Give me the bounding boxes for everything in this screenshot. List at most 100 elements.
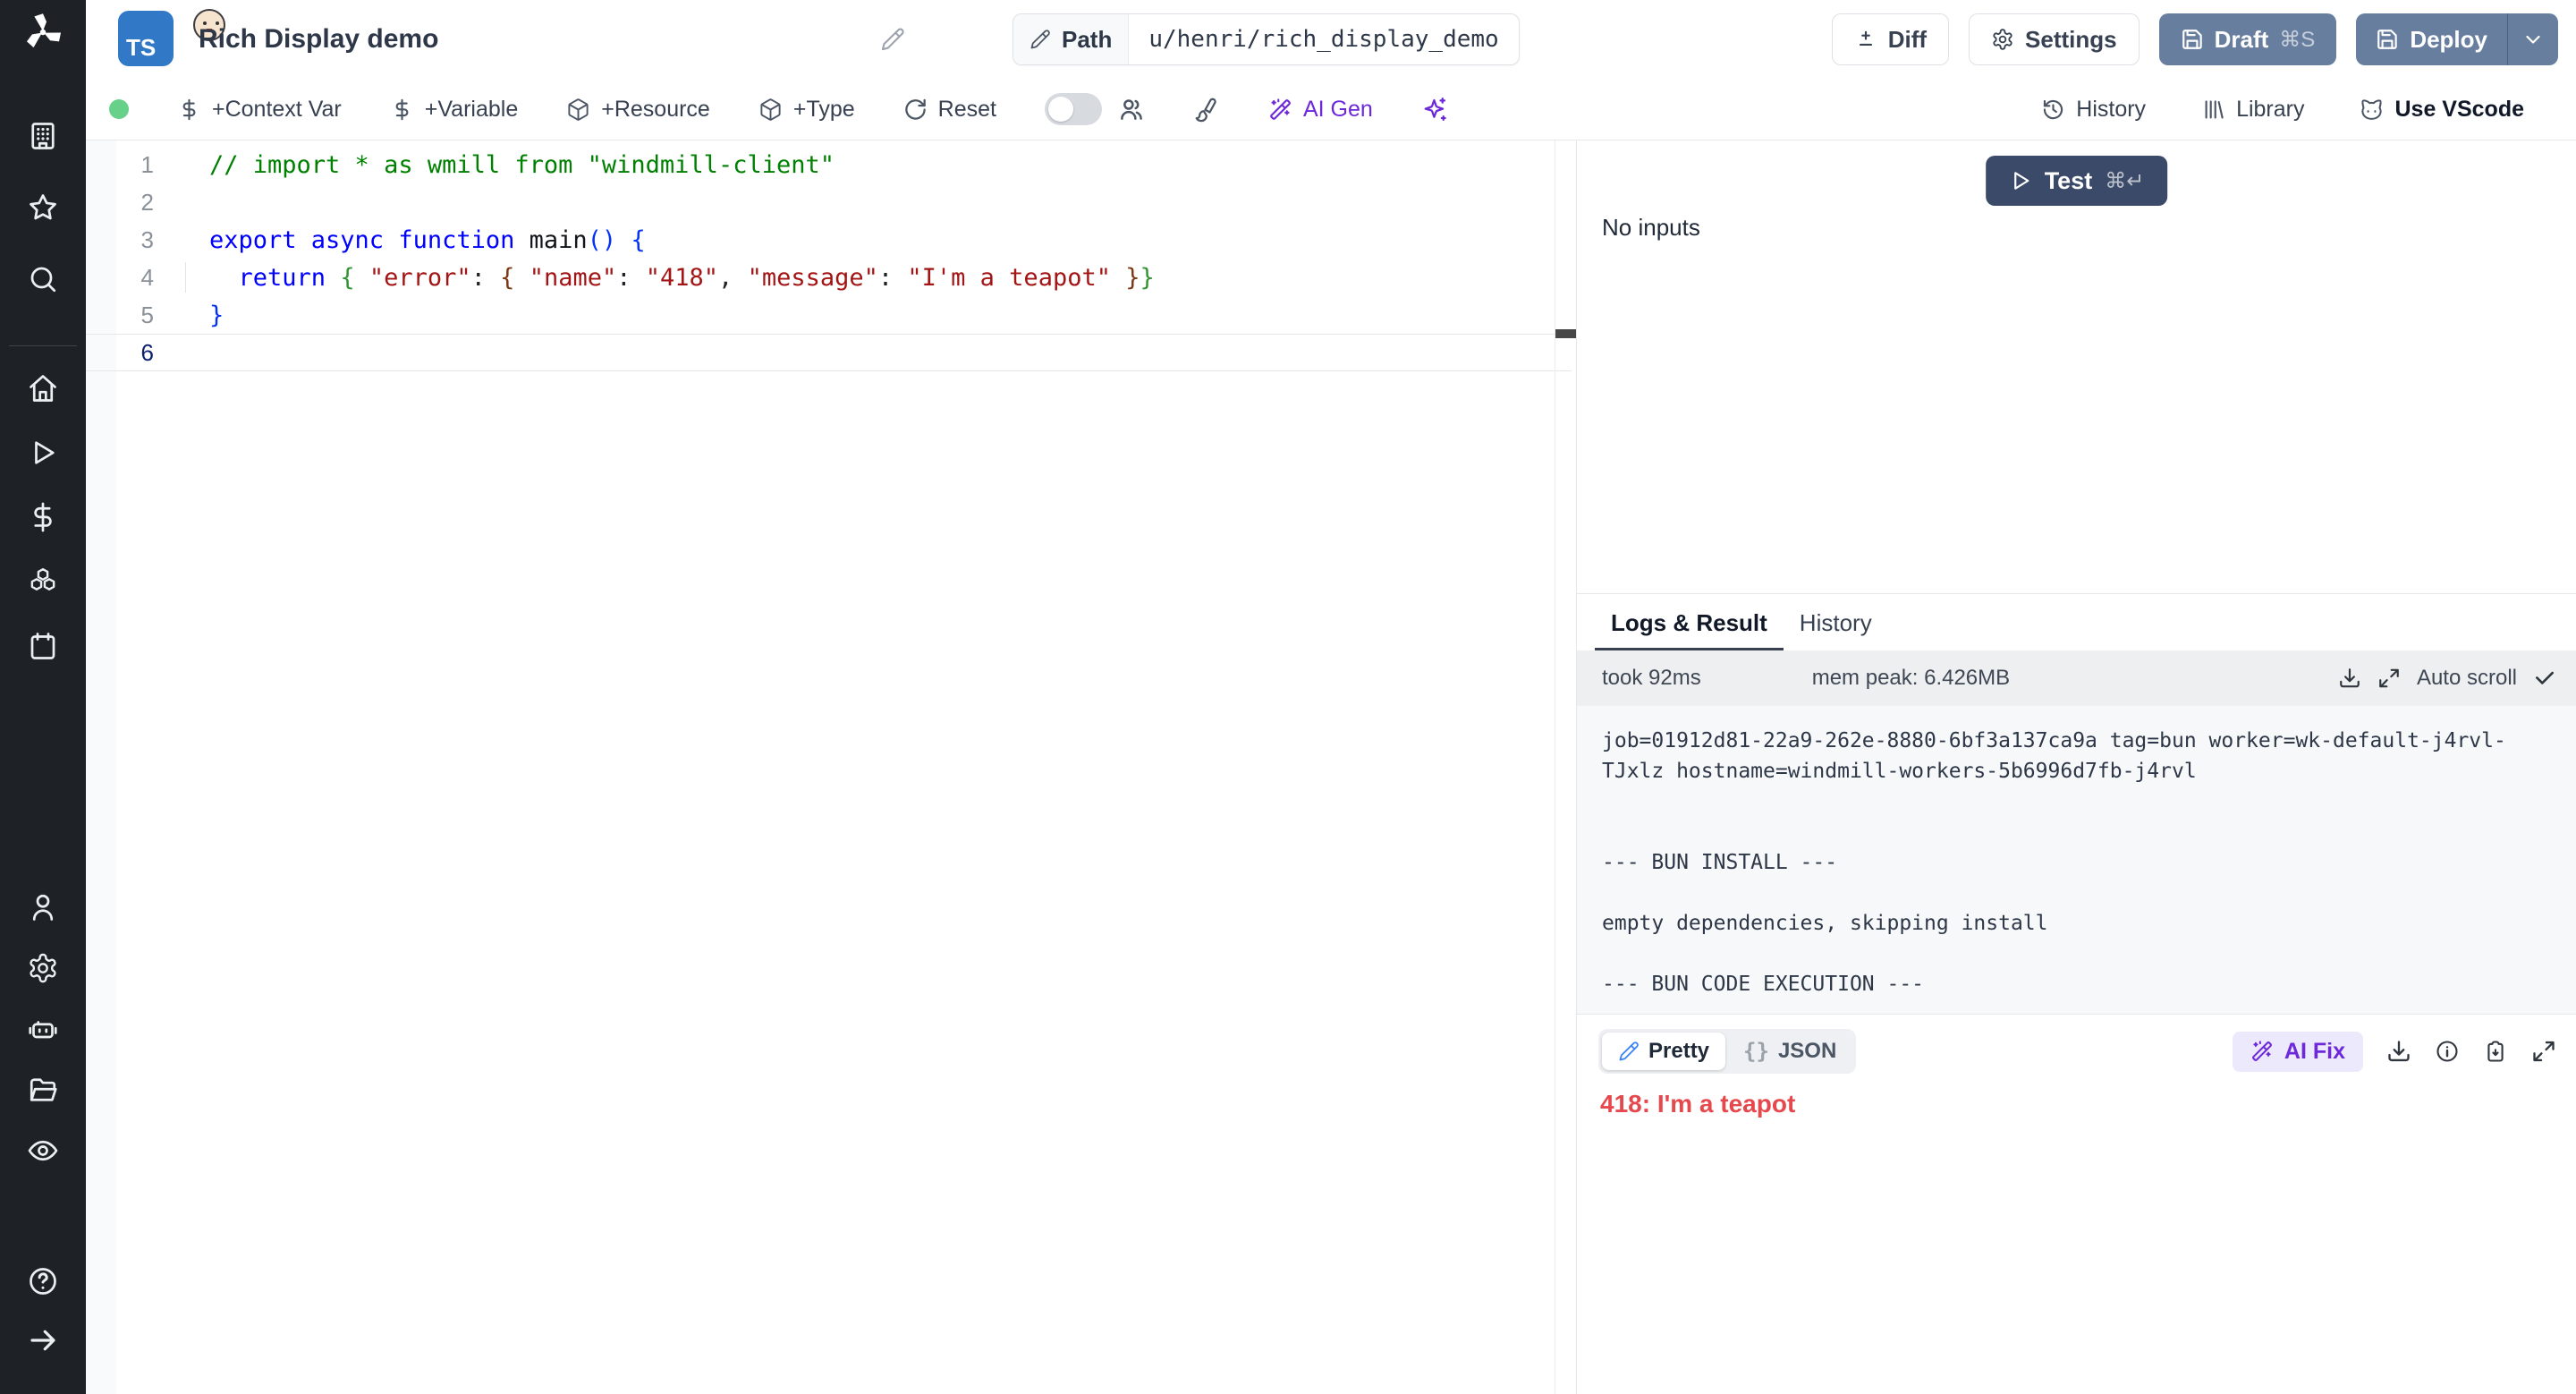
deploy-button[interactable]: Deploy bbox=[2356, 13, 2507, 65]
add-resource-button[interactable]: +Resource bbox=[566, 97, 710, 123]
toggle-knob bbox=[1048, 97, 1073, 122]
logs-output: job=01912d81-22a9-262e-8880-6bf3a137ca9a… bbox=[1577, 706, 2576, 1014]
reset-label: Reset bbox=[938, 97, 996, 123]
history-button[interactable]: History bbox=[2041, 97, 2146, 123]
code-line-1[interactable]: 1// import * as wmill from "windmill-cli… bbox=[86, 146, 1576, 183]
pretty-view-button[interactable]: Pretty bbox=[1602, 1033, 1725, 1070]
sidebar-item-calendar[interactable] bbox=[0, 630, 86, 662]
test-button-label: Test bbox=[2045, 167, 2093, 195]
path-label-section[interactable]: Path bbox=[1013, 14, 1129, 64]
sidebar-item-building[interactable] bbox=[0, 120, 86, 152]
wand-icon bbox=[2250, 1040, 2274, 1063]
history-label: History bbox=[2076, 97, 2146, 123]
package-icon bbox=[758, 98, 783, 122]
sidebar-item-help[interactable] bbox=[0, 1265, 86, 1297]
arrow-right-icon bbox=[27, 1324, 59, 1356]
help-icon bbox=[27, 1265, 59, 1297]
code-editor[interactable]: 1// import * as wmill from "windmill-cli… bbox=[86, 140, 1576, 1394]
sidebar-item-search[interactable] bbox=[0, 263, 86, 295]
line-number[interactable]: 1 bbox=[86, 151, 179, 179]
star-icon bbox=[27, 191, 59, 224]
gear-icon bbox=[1991, 28, 2014, 51]
sidebar-item-gear[interactable] bbox=[0, 952, 86, 984]
folder-icon bbox=[27, 1074, 59, 1106]
expand-result-icon[interactable] bbox=[2531, 1039, 2556, 1064]
json-view-button[interactable]: {} JSON bbox=[1727, 1033, 1852, 1070]
info-icon[interactable] bbox=[2435, 1039, 2460, 1064]
add-variable-label: +Variable bbox=[425, 97, 518, 123]
test-button[interactable]: Test ⌘↵ bbox=[1986, 156, 2168, 206]
diff-button[interactable]: Diff bbox=[1832, 13, 1949, 65]
line-number[interactable]: 6 bbox=[86, 339, 179, 367]
code-line-5[interactable]: 5} bbox=[86, 296, 1576, 334]
sidebar-item-dollar[interactable] bbox=[0, 501, 86, 533]
robot-icon bbox=[27, 1013, 59, 1045]
result-view-switch: Pretty {} JSON bbox=[1598, 1029, 1856, 1074]
sidebar-item-star[interactable] bbox=[0, 191, 86, 224]
editor-code-lines: 1// import * as wmill from "windmill-cli… bbox=[86, 146, 1576, 371]
diff-icon bbox=[1854, 28, 1877, 51]
sidebar-item-arrow-right[interactable] bbox=[0, 1324, 86, 1356]
add-variable-button[interactable]: +Variable bbox=[390, 97, 518, 123]
ai-gen-button[interactable]: AI Gen bbox=[1268, 97, 1373, 123]
line-number[interactable]: 4 bbox=[86, 264, 179, 292]
expand-logs-icon[interactable] bbox=[2377, 667, 2401, 690]
sidebar-item-play[interactable] bbox=[0, 437, 86, 469]
line-number[interactable]: 3 bbox=[86, 226, 179, 254]
rotate-icon bbox=[903, 98, 928, 122]
tab-history[interactable]: History bbox=[1784, 594, 1888, 651]
search-icon bbox=[27, 263, 59, 295]
sidebar-item-user[interactable] bbox=[0, 891, 86, 923]
pencil-icon bbox=[1030, 29, 1051, 50]
sidebar-item-eye[interactable] bbox=[0, 1135, 86, 1167]
code-line-2[interactable]: 2 bbox=[86, 183, 1576, 221]
download-result-icon[interactable] bbox=[2386, 1039, 2411, 1064]
history-clock-icon bbox=[2041, 98, 2065, 122]
memory-peak: mem peak: 6.426MB bbox=[1701, 666, 2010, 691]
autoscroll-check-icon[interactable] bbox=[2533, 667, 2556, 690]
braces-icon: {} bbox=[1743, 1039, 1769, 1064]
settings-button[interactable]: Settings bbox=[1969, 13, 2140, 65]
line-number[interactable]: 2 bbox=[86, 189, 179, 217]
path-value: u/henri/rich_display_demo bbox=[1129, 14, 1518, 64]
wand-icon bbox=[1268, 98, 1292, 122]
format-paintbrush-icon[interactable] bbox=[1193, 96, 1220, 123]
multiplayer-toggle[interactable] bbox=[1045, 93, 1102, 125]
code-line-6[interactable]: 6 bbox=[86, 334, 1572, 371]
tab-logs-result[interactable]: Logs & Result bbox=[1595, 594, 1784, 651]
editor-overview-cursor-mark bbox=[1555, 329, 1576, 338]
ai-fix-button[interactable]: AI Fix bbox=[2233, 1032, 2363, 1072]
add-type-button[interactable]: +Type bbox=[758, 97, 855, 123]
users-icon bbox=[1118, 96, 1145, 123]
deploy-dropdown-button[interactable] bbox=[2507, 13, 2558, 65]
library-button[interactable]: Library bbox=[2201, 97, 2304, 123]
package-icon bbox=[566, 98, 590, 122]
multiplayer-group bbox=[1045, 93, 1145, 125]
dollar-icon bbox=[177, 98, 201, 122]
status-dot bbox=[109, 99, 129, 119]
sidebar-item-folder[interactable] bbox=[0, 1074, 86, 1106]
deploy-button-label: Deploy bbox=[2410, 26, 2487, 54]
settings-button-label: Settings bbox=[2025, 26, 2117, 54]
sparkles-icon[interactable] bbox=[1421, 96, 1448, 123]
reset-button[interactable]: Reset bbox=[903, 97, 996, 123]
code-line-4[interactable]: 4 return { "error": { "name": "418", "me… bbox=[86, 259, 1576, 296]
add-context-var-button[interactable]: +Context Var bbox=[177, 97, 342, 123]
dollar-icon bbox=[390, 98, 414, 122]
dollar-icon bbox=[27, 501, 59, 533]
sidebar-item-cubes[interactable] bbox=[0, 565, 86, 598]
windmill-logo-icon[interactable] bbox=[21, 11, 64, 54]
copy-clipboard-icon[interactable] bbox=[2483, 1039, 2508, 1064]
draft-button[interactable]: Draft ⌘S bbox=[2159, 13, 2337, 65]
no-inputs-text: No inputs bbox=[1602, 214, 1700, 242]
edit-title-pencil-icon[interactable] bbox=[880, 27, 905, 52]
download-logs-icon[interactable] bbox=[2338, 667, 2361, 690]
sidebar-item-robot[interactable] bbox=[0, 1013, 86, 1045]
use-vscode-button[interactable]: Use VScode bbox=[2360, 97, 2524, 123]
sidebar-item-home[interactable] bbox=[0, 372, 86, 404]
test-shortcut: ⌘↵ bbox=[2105, 168, 2144, 194]
json-label: JSON bbox=[1778, 1039, 1836, 1064]
line-number[interactable]: 5 bbox=[86, 302, 179, 329]
code-line-3[interactable]: 3export async function main() { bbox=[86, 221, 1576, 259]
path-field[interactable]: Path u/henri/rich_display_demo bbox=[1013, 13, 1520, 65]
